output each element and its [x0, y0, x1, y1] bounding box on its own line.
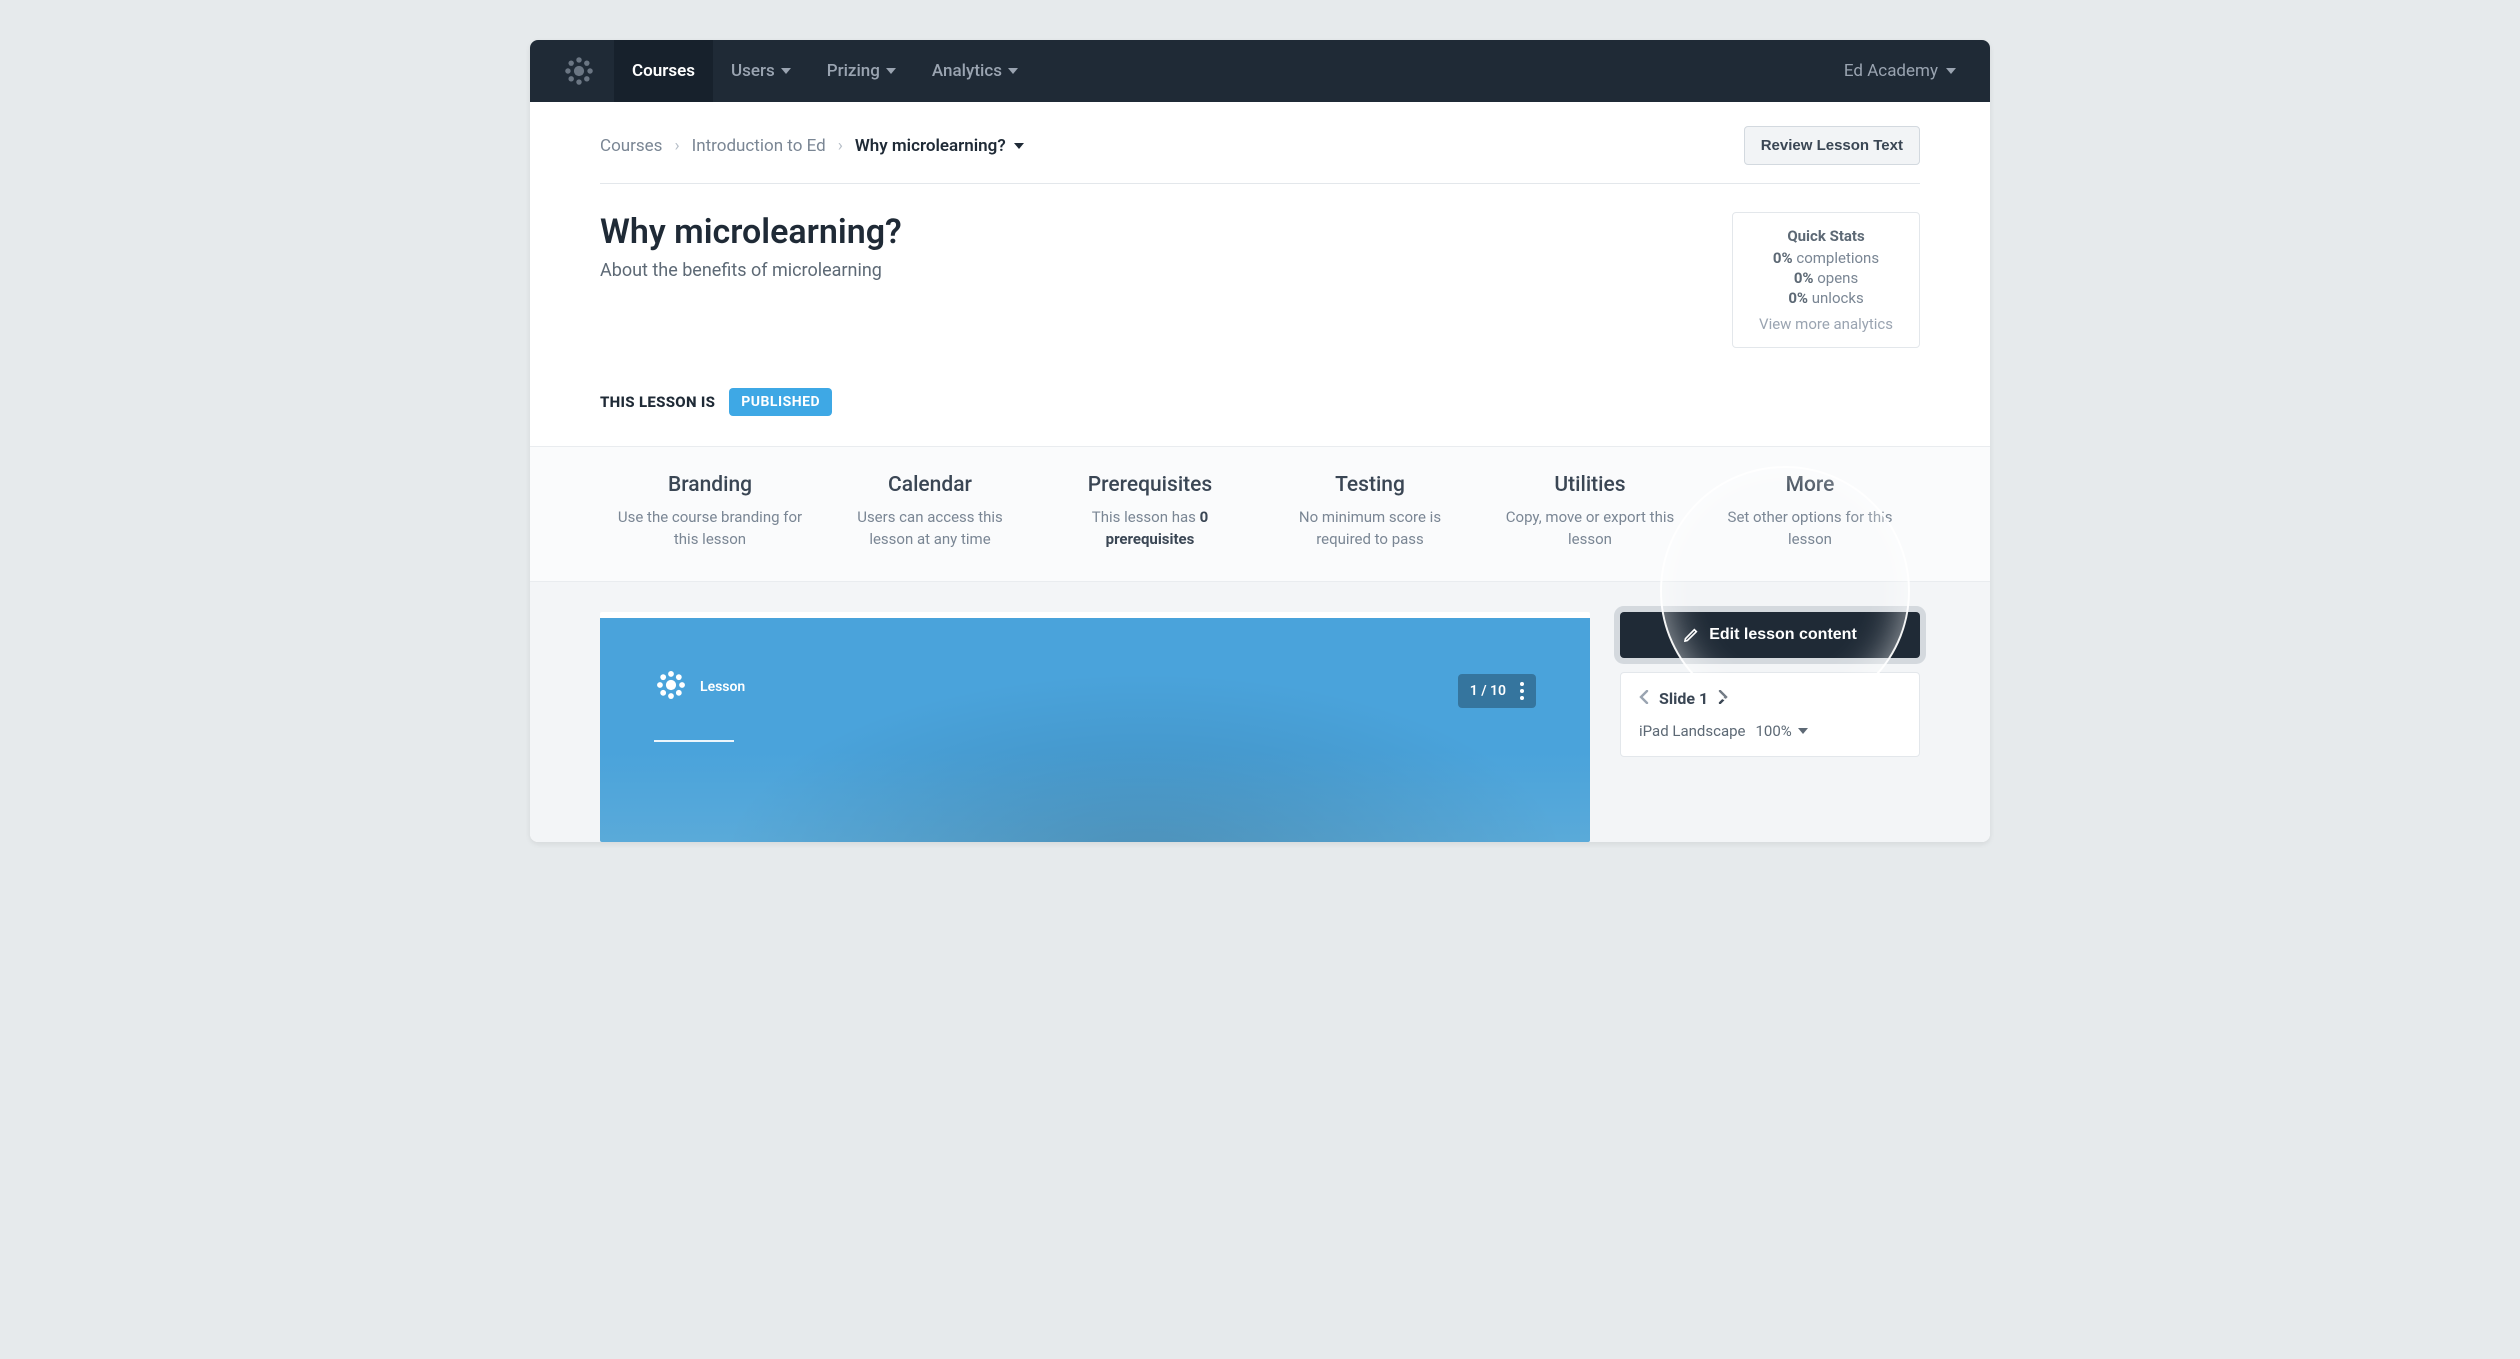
- slide-counter[interactable]: 1 / 10: [1458, 674, 1536, 708]
- device-select[interactable]: iPad Landscape: [1639, 722, 1745, 740]
- lesson-status-label: THIS LESSON IS: [600, 393, 715, 411]
- chevron-down-icon: [886, 68, 896, 74]
- account-menu[interactable]: Ed Academy: [1824, 61, 1976, 81]
- chevron-down-icon: [1946, 68, 1956, 74]
- view-more-analytics-link[interactable]: View more analytics: [1759, 315, 1893, 333]
- more-vertical-icon[interactable]: [1520, 682, 1524, 700]
- nav-prizing[interactable]: Prizing: [809, 40, 914, 102]
- next-slide-button[interactable]: [1718, 689, 1728, 708]
- app-logo-icon: [562, 54, 596, 88]
- option-calendar[interactable]: Calendar Users can access this lesson at…: [820, 473, 1040, 551]
- nav-courses[interactable]: Courses: [614, 40, 713, 102]
- nav-users[interactable]: Users: [713, 40, 809, 102]
- chevron-down-icon: [1798, 728, 1808, 734]
- lesson-options-strip: Branding Use the course branding for thi…: [530, 446, 1990, 582]
- lesson-tag: Lesson: [654, 668, 745, 706]
- zoom-select[interactable]: 100%: [1755, 722, 1807, 740]
- quick-stats-panel: Quick Stats 0% completions 0% opens 0% u…: [1732, 212, 1920, 348]
- page-title: Why microlearning?: [600, 212, 902, 252]
- option-prerequisites[interactable]: Prerequisites This lesson has 0 prerequi…: [1040, 473, 1260, 551]
- pencil-icon: [1683, 627, 1699, 643]
- nav-analytics[interactable]: Analytics: [914, 40, 1036, 102]
- top-nav: Courses Users Prizing Analytics Ed Acade…: [530, 40, 1990, 102]
- breadcrumb-current[interactable]: Why microlearning?: [855, 136, 1024, 156]
- edit-lesson-content-button[interactable]: Edit lesson content: [1620, 612, 1920, 658]
- slide-panel: Slide 1 iPad Landscape 100%: [1620, 672, 1920, 757]
- breadcrumb-course[interactable]: Introduction to Ed: [692, 136, 826, 156]
- chevron-down-icon: [1008, 68, 1018, 74]
- option-utilities[interactable]: Utilities Copy, move or export this less…: [1480, 473, 1700, 551]
- option-branding[interactable]: Branding Use the course branding for thi…: [600, 473, 820, 551]
- breadcrumb: Courses › Introduction to Ed › Why micro…: [600, 136, 1024, 156]
- current-slide-label: Slide 1: [1659, 689, 1708, 708]
- option-more[interactable]: More Set other options for this lesson: [1700, 473, 1920, 551]
- prev-slide-button[interactable]: [1639, 689, 1649, 708]
- lesson-preview[interactable]: Lesson 1 / 10: [600, 612, 1590, 842]
- published-badge: PUBLISHED: [729, 388, 832, 416]
- progress-indicator: [600, 612, 689, 618]
- review-lesson-text-button[interactable]: Review Lesson Text: [1744, 126, 1920, 165]
- gear-icon: [654, 668, 688, 706]
- quick-stats-title: Quick Stats: [1759, 227, 1893, 245]
- chevron-down-icon: [781, 68, 791, 74]
- option-testing[interactable]: Testing No minimum score is required to …: [1260, 473, 1480, 551]
- page-subtitle: About the benefits of microlearning: [600, 260, 902, 281]
- breadcrumb-courses[interactable]: Courses: [600, 136, 662, 156]
- chevron-down-icon: [1014, 143, 1024, 149]
